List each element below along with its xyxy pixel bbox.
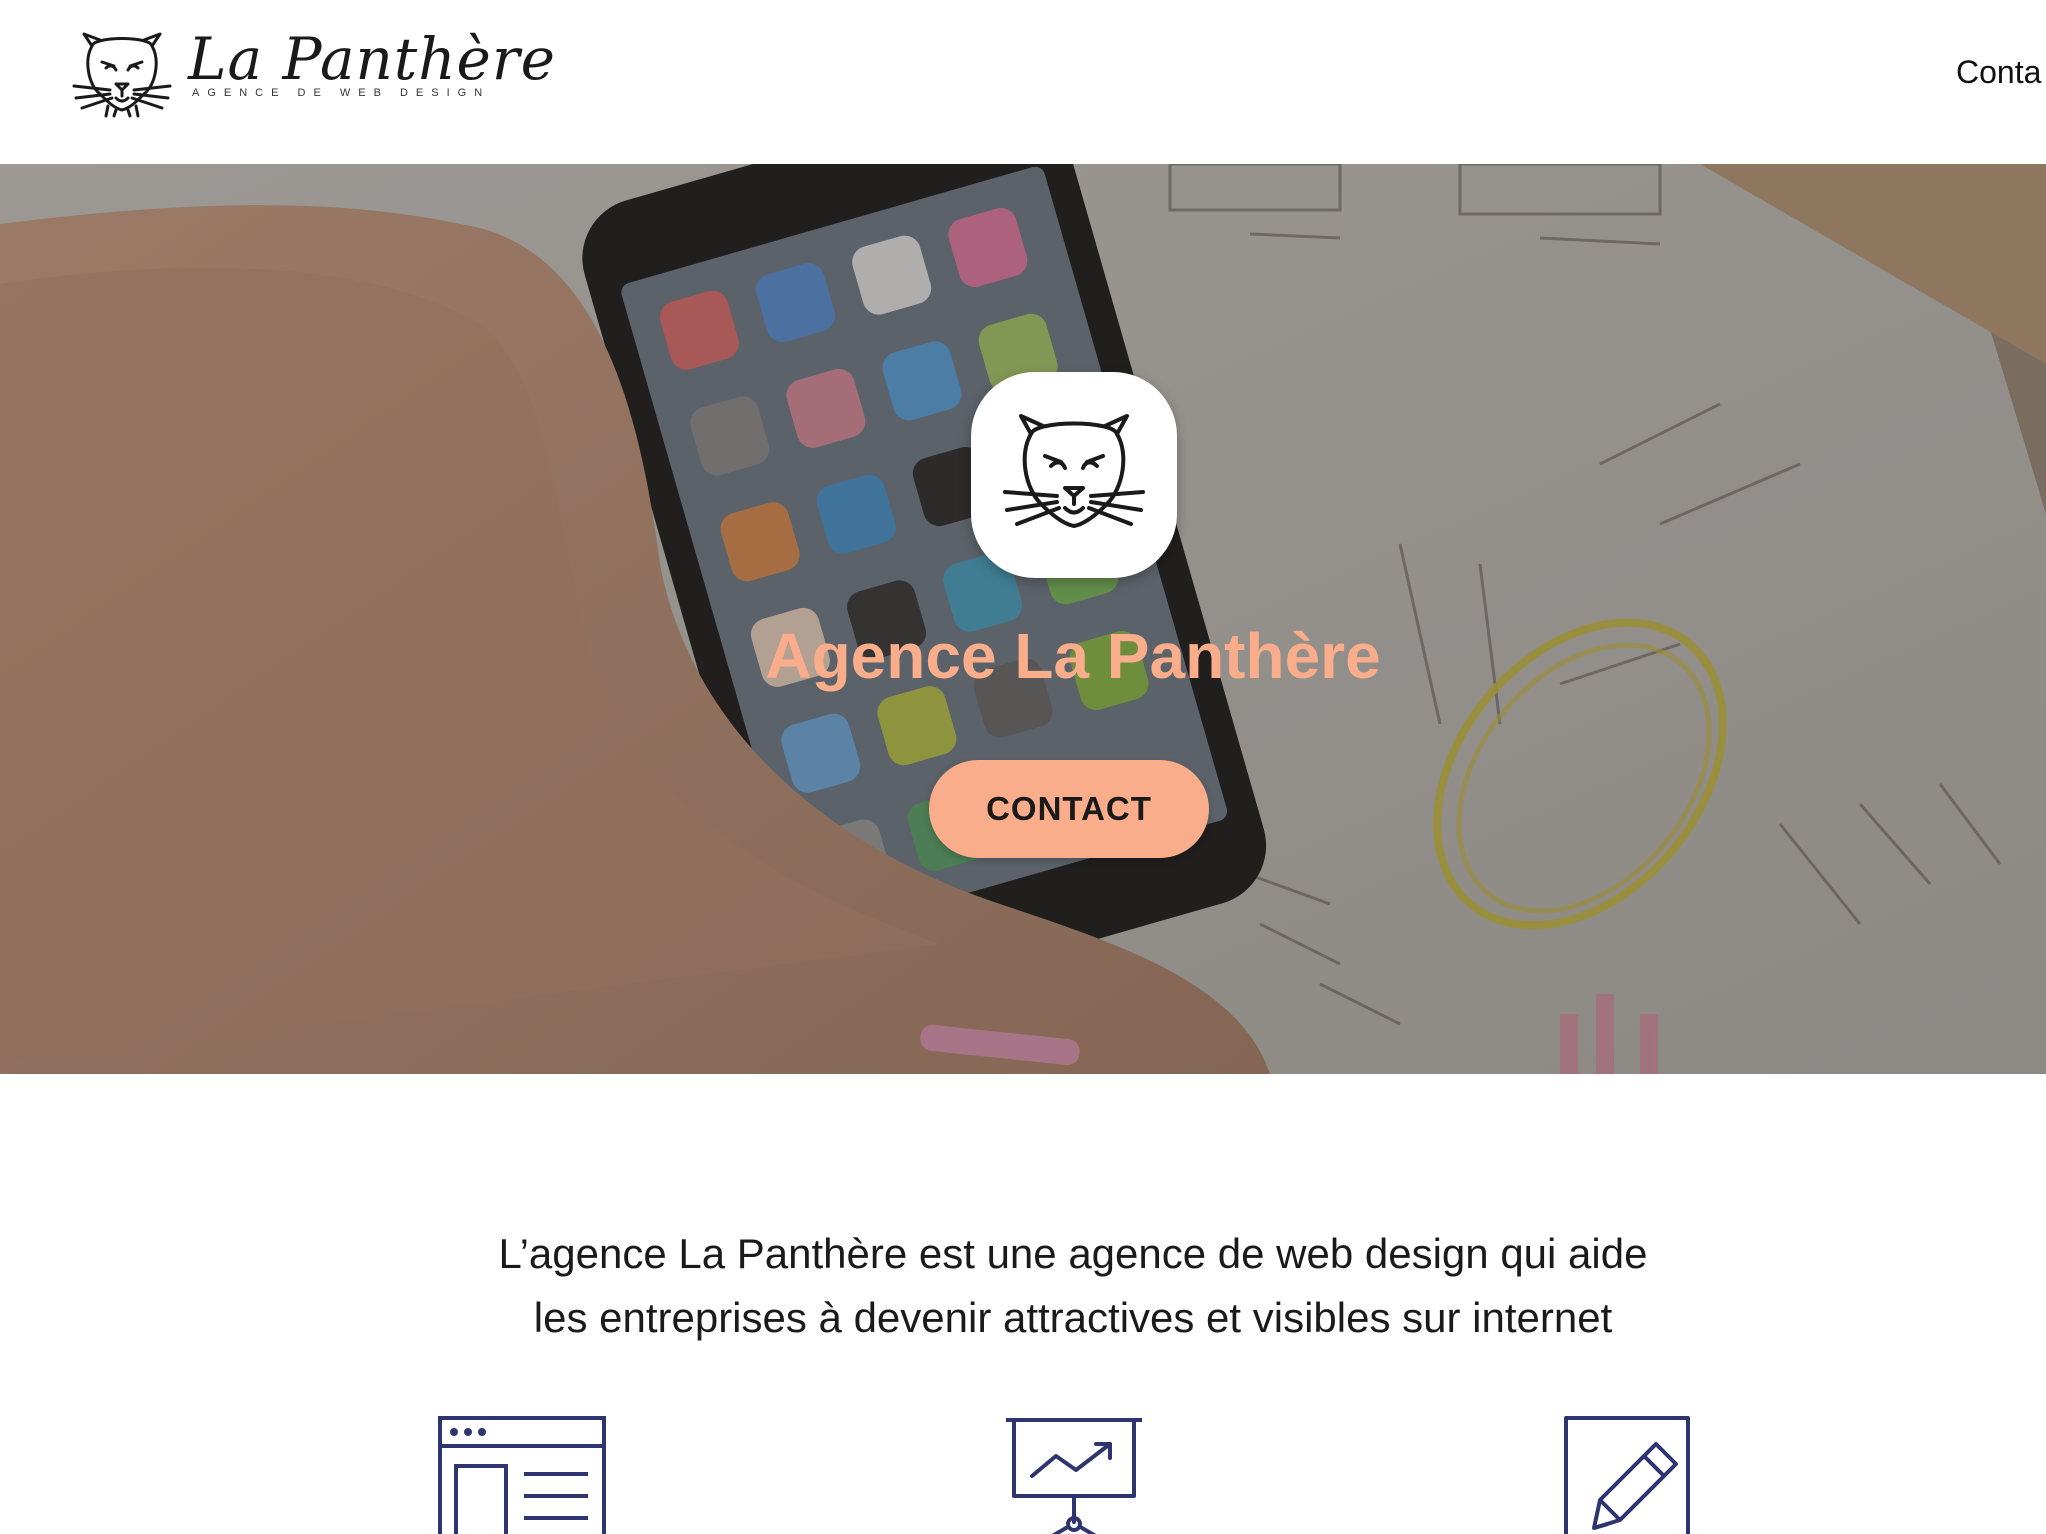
- logo-name: La Panthère: [188, 25, 556, 93]
- intro-line-2: les entreprises à devenir attractives et…: [533, 1294, 1613, 1341]
- site-header: La Panthère AGENCE DE WEB DESIGN Conta: [0, 0, 2046, 164]
- website-layout-icon: [438, 1416, 606, 1534]
- hero-section: Agence La Panthère CONTACT: [0, 164, 2046, 1074]
- logo[interactable]: La Panthère AGENCE DE WEB DESIGN: [70, 28, 555, 120]
- logo-tagline: AGENCE DE WEB DESIGN: [192, 87, 491, 99]
- hero-logo-badge: [971, 372, 1177, 578]
- hero-title: Agence La Panthère: [765, 620, 1381, 692]
- panther-icon: [72, 32, 172, 118]
- contact-button[interactable]: CONTACT: [929, 760, 1209, 858]
- nav-contact-link[interactable]: Conta: [1956, 54, 2041, 91]
- intro-line-1: L’agence La Panthère est une agence de w…: [498, 1230, 1648, 1277]
- intro-section: L’agence La Panthère est une agence de w…: [0, 1222, 2046, 1350]
- presentation-chart-icon: [1006, 1418, 1142, 1534]
- pencil-edit-icon: [1564, 1416, 1690, 1534]
- panther-icon: [1003, 414, 1145, 528]
